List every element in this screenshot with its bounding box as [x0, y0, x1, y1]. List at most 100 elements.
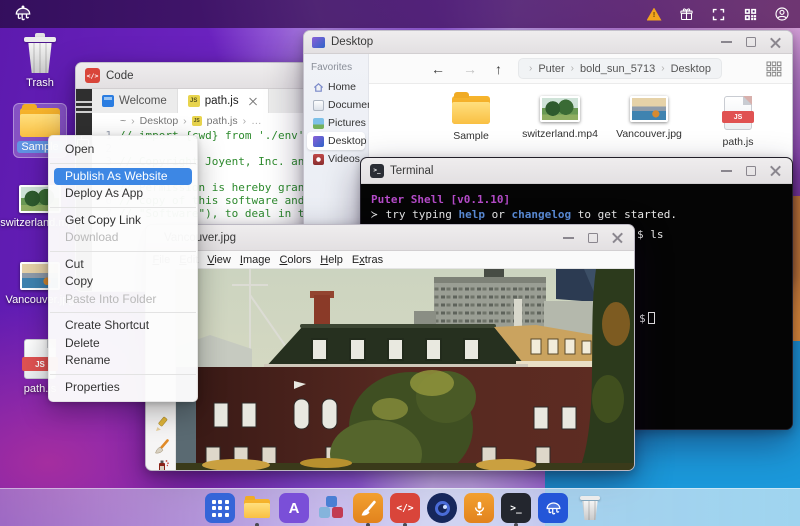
trash-icon — [24, 33, 56, 73]
code-window-title: Code — [106, 69, 134, 82]
warning-icon[interactable]: ! — [646, 6, 662, 22]
desktop-icon — [313, 135, 324, 147]
terminal-app-icon: >_ — [370, 163, 384, 178]
up-arrow-icon[interactable]: ↑ — [495, 61, 502, 77]
account-icon[interactable] — [774, 6, 790, 22]
menu-item-cut[interactable]: Cut — [49, 256, 197, 274]
menu-extras[interactable]: Extras — [347, 254, 387, 266]
close-tab-icon[interactable] — [249, 97, 258, 106]
viewer-title-bar[interactable]: Vancouver.jpg — [146, 225, 634, 251]
menu-view[interactable]: View — [203, 254, 236, 266]
dock-app-center-button[interactable]: A — [279, 493, 309, 523]
breadcrumb-folder: Desktop — [139, 115, 179, 127]
terminal-hint-line: ≻ try typing help or changelog to get sta… — [371, 208, 678, 221]
menu-item-paste-into-folder: Paste Into Folder — [65, 291, 157, 306]
tab-pathjs[interactable]: JS path.js — [177, 89, 269, 113]
sidebar-item-videos[interactable]: Videos — [307, 150, 365, 168]
dock-dev-center-button[interactable] — [316, 493, 346, 523]
cubes-icon — [318, 495, 344, 521]
breadcrumb-segment[interactable]: Desktop — [671, 63, 711, 75]
file-label: path.js — [722, 136, 754, 148]
spray-tool-icon[interactable] — [153, 457, 170, 470]
chevron-right-icon: › — [570, 63, 574, 74]
back-arrow-icon[interactable]: ← — [431, 61, 445, 77]
tab-welcome[interactable]: Welcome — [92, 89, 178, 113]
desktop-window-icon — [312, 36, 325, 48]
menu-icon[interactable] — [76, 101, 92, 113]
dock-trash-button[interactable] — [575, 493, 605, 523]
menu-item-copy[interactable]: Copy — [49, 273, 197, 291]
chevron-right-icon: › — [242, 115, 247, 127]
path-breadcrumb[interactable]: › Puter › bold_sun_5713 › Desktop — [518, 58, 722, 79]
maximize-icon[interactable] — [588, 232, 598, 243]
minimize-icon[interactable] — [563, 236, 574, 239]
menu-item-rename[interactable]: Rename — [49, 352, 197, 370]
tab-label: Welcome — [119, 95, 167, 107]
menu-item-delete[interactable]: Delete — [49, 335, 197, 353]
minimize-icon[interactable] — [721, 169, 732, 172]
menu-item-get-copy-link[interactable]: Get Copy Link — [49, 212, 197, 230]
dock-terminal-button[interactable]: >_ — [501, 493, 531, 523]
dock-files-button[interactable] — [242, 493, 272, 523]
menu-item-open[interactable]: Open — [49, 141, 197, 159]
pencil-tool-icon[interactable] — [153, 415, 170, 432]
maximize-icon[interactable] — [746, 37, 756, 47]
breadcrumb-segment[interactable]: Puter — [538, 63, 564, 75]
qr-code-icon[interactable] — [742, 6, 758, 22]
menu-item-create-shortcut[interactable]: Create Shortcut — [49, 317, 197, 335]
image-thumbnail-icon — [630, 96, 668, 122]
forward-arrow-icon[interactable]: → — [463, 61, 477, 77]
menu-help[interactable]: Help — [316, 254, 348, 266]
grid-view-icon[interactable] — [766, 61, 782, 77]
sidebar-item-desktop[interactable]: Desktop — [307, 132, 367, 150]
vancouver-photo[interactable] — [176, 269, 634, 470]
taskbar: A </> >_ — [0, 488, 800, 526]
video-thumbnail-icon — [540, 96, 580, 122]
brush-tool-icon[interactable] — [153, 438, 170, 455]
sidebar-item-pictures[interactable]: Pictures — [307, 114, 366, 132]
maximize-icon[interactable] — [746, 165, 756, 176]
close-icon[interactable] — [770, 37, 781, 48]
minimize-icon[interactable] — [721, 41, 732, 43]
file-label: Vancouver.jpg — [616, 128, 682, 140]
code-title-bar[interactable]: </> Code — [76, 63, 326, 89]
file-label: Sample — [453, 130, 489, 142]
menu-image[interactable]: Image — [235, 254, 275, 266]
code-app-icon: </> — [85, 68, 100, 83]
breadcrumb[interactable]: ~ › Desktop › JS path.js › … — [92, 113, 326, 129]
terminal-welcome-line: Puter Shell [v0.1.10] — [371, 193, 511, 206]
dock-puter-button[interactable] — [538, 493, 568, 523]
menu-item-deploy-as-app[interactable]: Deploy As App — [49, 185, 197, 203]
brush-icon — [361, 500, 376, 516]
sidebar-item-label: Home — [328, 81, 357, 93]
file-manager-title-bar[interactable]: Desktop — [304, 31, 792, 54]
puter-logo-icon[interactable] — [12, 3, 34, 25]
close-icon[interactable] — [770, 165, 781, 176]
breadcrumb-root: ~ — [120, 115, 127, 127]
tab-label: path.js — [204, 95, 239, 107]
gift-icon[interactable] — [678, 6, 694, 22]
changelog-command: changelog — [511, 208, 572, 221]
sidebar-item-label: Videos — [328, 153, 360, 165]
sidebar-item-home[interactable]: Home — [307, 78, 365, 96]
menu-item-publish-as-website[interactable]: Publish As Website — [54, 167, 192, 185]
fullscreen-icon[interactable] — [710, 6, 726, 22]
dock-paint-button[interactable] — [353, 493, 383, 523]
sidebar-item-documents[interactable]: Documents — [307, 96, 381, 114]
breadcrumb-segment[interactable]: bold_sun_5713 — [580, 63, 655, 75]
menu-colors[interactable]: Colors — [275, 254, 316, 266]
app-launcher-button[interactable] — [205, 493, 235, 523]
welcome-icon — [102, 95, 114, 107]
desktop-screen: Trash Sample switzerland.mp4 Vancouver.j… — [0, 0, 800, 526]
dock-code-button[interactable]: </> — [390, 493, 420, 523]
dock-camera-button[interactable] — [427, 493, 457, 523]
terminal-title-bar[interactable]: >_ Terminal — [361, 158, 792, 184]
desktop-icon-trash[interactable]: Trash — [2, 33, 78, 89]
file-label: switzerland.mp4 — [522, 128, 598, 140]
sidebar-item-label: Pictures — [328, 117, 366, 129]
dock-recorder-button[interactable] — [464, 493, 494, 523]
menu-item-properties[interactable]: Properties — [49, 379, 197, 397]
camera-lens-icon — [434, 500, 450, 516]
viewer-menu-bar: File Edit View Image Colors Help Extras — [146, 251, 634, 269]
close-icon[interactable] — [612, 232, 623, 243]
